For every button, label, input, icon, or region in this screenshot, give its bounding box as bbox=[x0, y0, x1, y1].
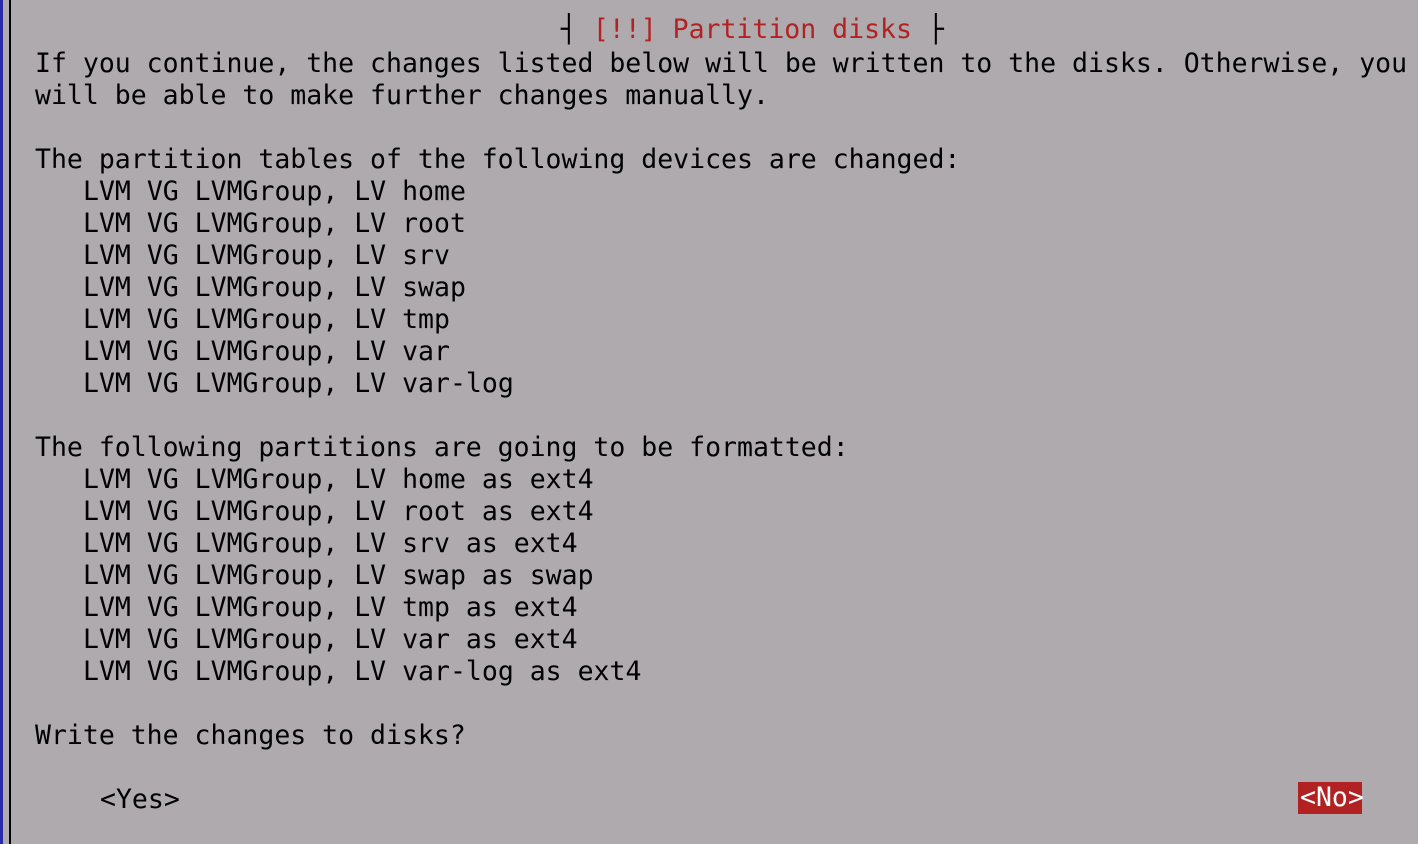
formatted-partitions-heading: The following partitions are going to be… bbox=[35, 432, 849, 463]
changed-device-item: LVM VG LVMGroup, LV var bbox=[83, 336, 450, 367]
changed-device-item: LVM VG LVMGroup, LV srv bbox=[83, 240, 450, 271]
changed-device-item: LVM VG LVMGroup, LV root bbox=[83, 208, 466, 239]
formatted-partition-item: LVM VG LVMGroup, LV root as ext4 bbox=[83, 496, 594, 527]
dialog-title-bar: ┤ [!!] Partition disks ├ bbox=[529, 0, 944, 45]
changed-device-item: LVM VG LVMGroup, LV tmp bbox=[83, 304, 450, 335]
no-button[interactable]: <No> bbox=[1298, 782, 1364, 814]
dialog-title: [!!] Partition disks bbox=[592, 14, 912, 45]
changed-device-item: LVM VG LVMGroup, LV var-log bbox=[83, 368, 514, 399]
frame-border-inner bbox=[9, 0, 11, 844]
formatted-partition-item: LVM VG LVMGroup, LV var as ext4 bbox=[83, 624, 578, 655]
formatted-partition-item: LVM VG LVMGroup, LV tmp as ext4 bbox=[83, 592, 578, 623]
title-border-right: ├ bbox=[911, 14, 944, 45]
changed-device-item: LVM VG LVMGroup, LV home bbox=[83, 176, 466, 207]
formatted-partition-item: LVM VG LVMGroup, LV srv as ext4 bbox=[83, 528, 578, 559]
changed-devices-heading: The partition tables of the following de… bbox=[35, 144, 961, 175]
write-changes-question: Write the changes to disks? bbox=[35, 720, 466, 751]
frame-border-outer bbox=[0, 0, 3, 844]
formatted-partition-item: LVM VG LVMGroup, LV swap as swap bbox=[83, 560, 594, 591]
formatted-partition-item: LVM VG LVMGroup, LV var-log as ext4 bbox=[83, 656, 642, 687]
yes-button[interactable]: <Yes> bbox=[98, 784, 182, 816]
changed-device-item: LVM VG LVMGroup, LV swap bbox=[83, 272, 466, 303]
title-border-left: ┤ bbox=[560, 14, 593, 45]
intro-line-2: will be able to make further changes man… bbox=[35, 80, 769, 111]
intro-line-1: If you continue, the changes listed belo… bbox=[35, 48, 1408, 79]
formatted-partition-item: LVM VG LVMGroup, LV home as ext4 bbox=[83, 464, 594, 495]
